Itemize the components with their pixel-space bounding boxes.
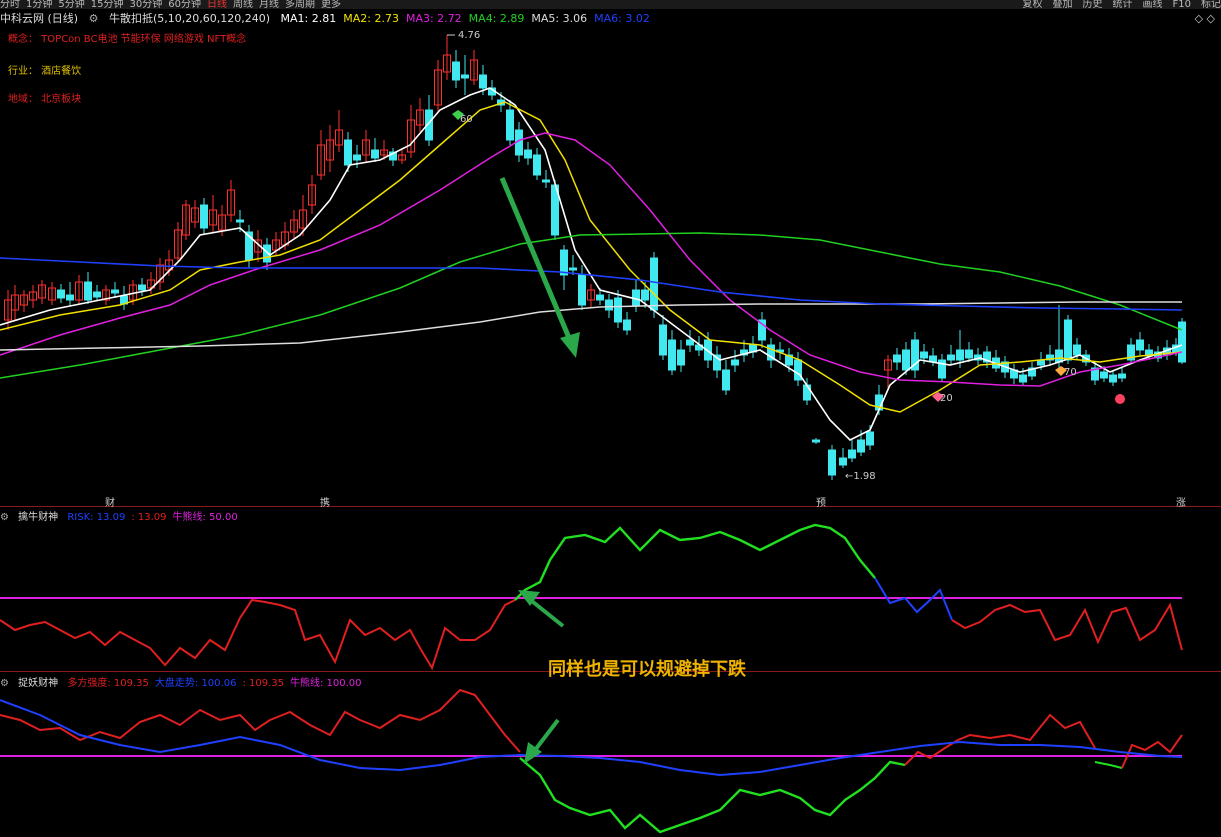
- candle-body: [828, 449, 836, 476]
- candle-body: [893, 354, 901, 363]
- candle-body: [461, 74, 469, 79]
- indicator-value: RISK: 13.09: [67, 512, 126, 523]
- panel2-header: ⚙ 捉妖财神 多方强度: 109.35 大盘走势: 100.06 : 109.35 牛…: [0, 674, 374, 689]
- candle-body: [1064, 319, 1072, 361]
- strength-green-line: [519, 757, 906, 834]
- candle-body: [920, 351, 928, 359]
- candle-body: [956, 349, 964, 361]
- indicator-value: 牛熊线: 50.00: [172, 512, 238, 523]
- candle-body: [722, 369, 730, 391]
- candle-body: [569, 267, 577, 271]
- candle-body: [1019, 374, 1027, 383]
- candle-body: [1055, 349, 1063, 363]
- arrowhead-icon: [560, 332, 580, 358]
- strength-red-line-3: [1121, 734, 1183, 769]
- candle-body: [947, 354, 955, 361]
- candle-body: [1073, 344, 1081, 356]
- risk-red-line-2: [951, 602, 1183, 651]
- candle-body: [506, 109, 514, 141]
- candle-body: [84, 281, 92, 301]
- ma3-line: [0, 132, 1183, 387]
- strength-red-line-2: [904, 713, 1096, 766]
- candle-body: [560, 249, 568, 276]
- candle-body: [686, 339, 694, 346]
- indicator-value: 多方强度: 109.35: [67, 678, 149, 689]
- caption-text: 同样也是可以规避掉下跌: [548, 659, 746, 680]
- candle-body: [596, 294, 604, 301]
- strength-green-line-2: [1094, 761, 1123, 769]
- indicator-value: 牛熊线: 100.00: [289, 678, 362, 689]
- annotation-label: 60: [460, 114, 473, 125]
- risk-green-line: [514, 523, 876, 601]
- market-blue-line: [0, 699, 1183, 777]
- candle-body: [1178, 321, 1186, 363]
- ma5-line: [0, 301, 1182, 351]
- candle-body: [371, 149, 379, 159]
- candle-body: [138, 284, 146, 291]
- candle-body: [533, 154, 541, 176]
- candle-body: [344, 139, 352, 166]
- candle-body: [66, 294, 74, 301]
- marker-xie: 携: [320, 498, 330, 509]
- candle-body: [677, 349, 685, 366]
- indicator-value: : 13.09: [131, 512, 167, 523]
- candle-body: [641, 289, 649, 301]
- indicator-value: : 109.35: [242, 678, 284, 689]
- annotation-label: 20: [940, 393, 953, 404]
- candle-body: [578, 274, 586, 306]
- candle-body: [111, 289, 119, 294]
- strength-red-line: [0, 688, 521, 753]
- panel1-header: ⚙ 擒牛财神 RISK: 13.09 : 13.09 牛熊线: 50.00: [0, 508, 250, 523]
- ma1-line: [0, 87, 1183, 441]
- candle-body: [812, 439, 820, 443]
- candle-body: [650, 257, 658, 311]
- candle-body: [1109, 374, 1117, 383]
- candle-body: [93, 291, 101, 298]
- candle-body: [542, 179, 550, 183]
- risk-red-line: [0, 598, 516, 671]
- indicator-value: 大盘走势: 100.06: [154, 678, 237, 689]
- candle-body: [236, 219, 244, 223]
- low-price-label: ←1.98: [845, 471, 876, 482]
- marker-zhang: 涨: [1176, 498, 1186, 509]
- candle-body: [479, 74, 487, 89]
- marker-yu: 预: [816, 498, 826, 509]
- candle-body: [524, 149, 532, 159]
- marker-cai: 财: [105, 498, 115, 509]
- panel1-title[interactable]: 擒牛财神: [18, 512, 58, 523]
- candle-body: [803, 384, 811, 401]
- gear-icon[interactable]: ⚙: [0, 512, 9, 523]
- candle-body: [623, 319, 631, 331]
- candle-body: [857, 439, 865, 453]
- annotation-label: 70: [1064, 367, 1077, 378]
- candle-body: [839, 457, 847, 466]
- candle-body: [866, 431, 874, 446]
- signal-dot-icon: [1115, 394, 1125, 404]
- gear-icon[interactable]: ⚙: [0, 678, 9, 689]
- candle-body: [353, 154, 361, 161]
- candle-body: [1136, 339, 1144, 351]
- candle-body: [57, 289, 65, 299]
- up-arrow-icon: [526, 596, 565, 628]
- candle-body: [632, 289, 640, 306]
- candle-body: [1118, 373, 1126, 379]
- candle-body: [200, 204, 208, 229]
- candle-body: [605, 299, 613, 311]
- high-price-label: 4.76: [458, 30, 480, 41]
- candle-body: [614, 297, 622, 323]
- candle-body: [1100, 371, 1108, 379]
- candle-body: [848, 449, 856, 459]
- candle-body: [659, 324, 667, 356]
- panel-divider[interactable]: [0, 506, 1221, 507]
- candle-body: [668, 339, 676, 371]
- candle-body: [731, 359, 739, 366]
- panel2-title[interactable]: 捉妖财神: [18, 678, 58, 689]
- kline-chart[interactable]: 4.76 ←1.98 60 20 70: [0, 0, 1221, 837]
- candle-body: [452, 61, 460, 81]
- candle-body: [902, 349, 910, 371]
- candle-body: [965, 349, 973, 359]
